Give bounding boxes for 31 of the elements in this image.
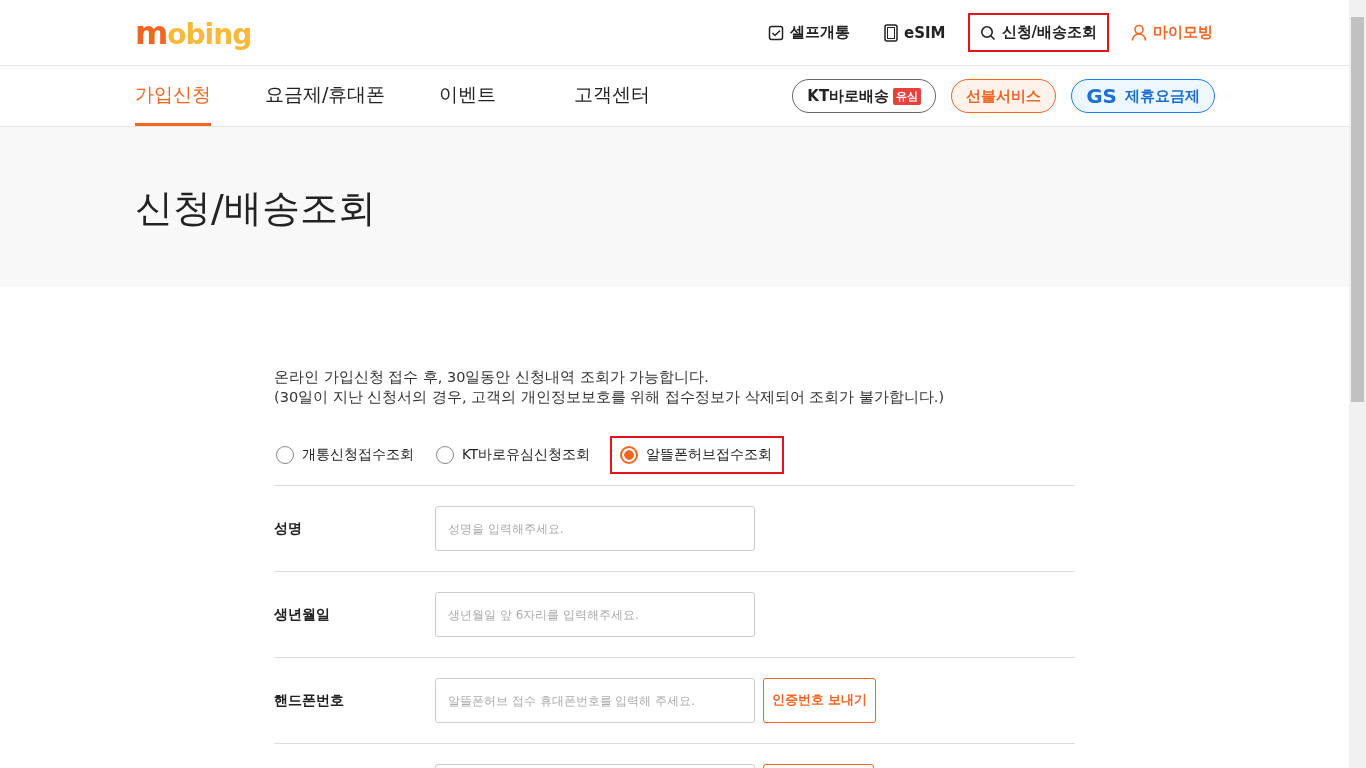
user-icon <box>1131 24 1147 41</box>
nav-tab[interactable]: 고객센터 <box>574 66 651 126</box>
input-field[interactable]: 생년월일 앞 6자리를 입력해주세요. <box>435 592 755 637</box>
usim-badge: 유심 <box>893 87 922 105</box>
input-field[interactable]: 성명을 입력해주세요. <box>435 506 755 551</box>
partner-plan-pill[interactable]: GS 제휴요금제 <box>1071 79 1215 113</box>
checkbox-icon <box>768 24 785 41</box>
field-label: 핸드폰번호 <box>274 691 345 710</box>
lookup-type-option[interactable]: KT바로유심신청조회 <box>434 436 603 474</box>
notice-text: (30일이 지난 신청서의 경우, 고객의 개인정보보호를 위해 접수정보가 삭제되어 조회가 불가합니다.) <box>274 388 946 407</box>
pill-label: KT바로배송 <box>807 86 890 106</box>
scrollbar[interactable] <box>1349 0 1366 768</box>
radio-button[interactable] <box>620 446 639 464</box>
utility-link[interactable]: 셀프개통 <box>756 13 863 52</box>
nav-tab[interactable]: 이벤트 <box>439 66 497 126</box>
utility-link[interactable]: eSIM <box>872 13 958 52</box>
search-icon <box>979 24 996 41</box>
field-label: 생년월일 <box>274 605 331 624</box>
pill-label: 제휴요금제 <box>1125 86 1200 106</box>
field-label: 성명 <box>274 519 303 538</box>
utility-link[interactable]: 신청/배송조회 <box>967 13 1109 52</box>
radio-button[interactable] <box>276 446 294 464</box>
phone-icon <box>884 23 899 42</box>
lookup-type-option[interactable]: 개통신청접수조회 <box>274 436 426 474</box>
page-title: 신청/배송조회 <box>135 185 377 232</box>
gs-logo: GS <box>1086 84 1117 108</box>
input-field[interactable]: 알뜰폰허브 접수 휴대폰번호를 입력해 주세요. <box>435 678 755 723</box>
radio-button[interactable] <box>436 446 454 464</box>
notice-text: 온라인 가입신청 접수 후, 30일동안 신청내역 조회가 가능합니다. <box>274 368 710 387</box>
lookup-type-option[interactable]: 알뜰폰허브접수조회 <box>610 436 785 474</box>
nav-tab[interactable]: 요금제/휴대폰 <box>265 66 386 126</box>
